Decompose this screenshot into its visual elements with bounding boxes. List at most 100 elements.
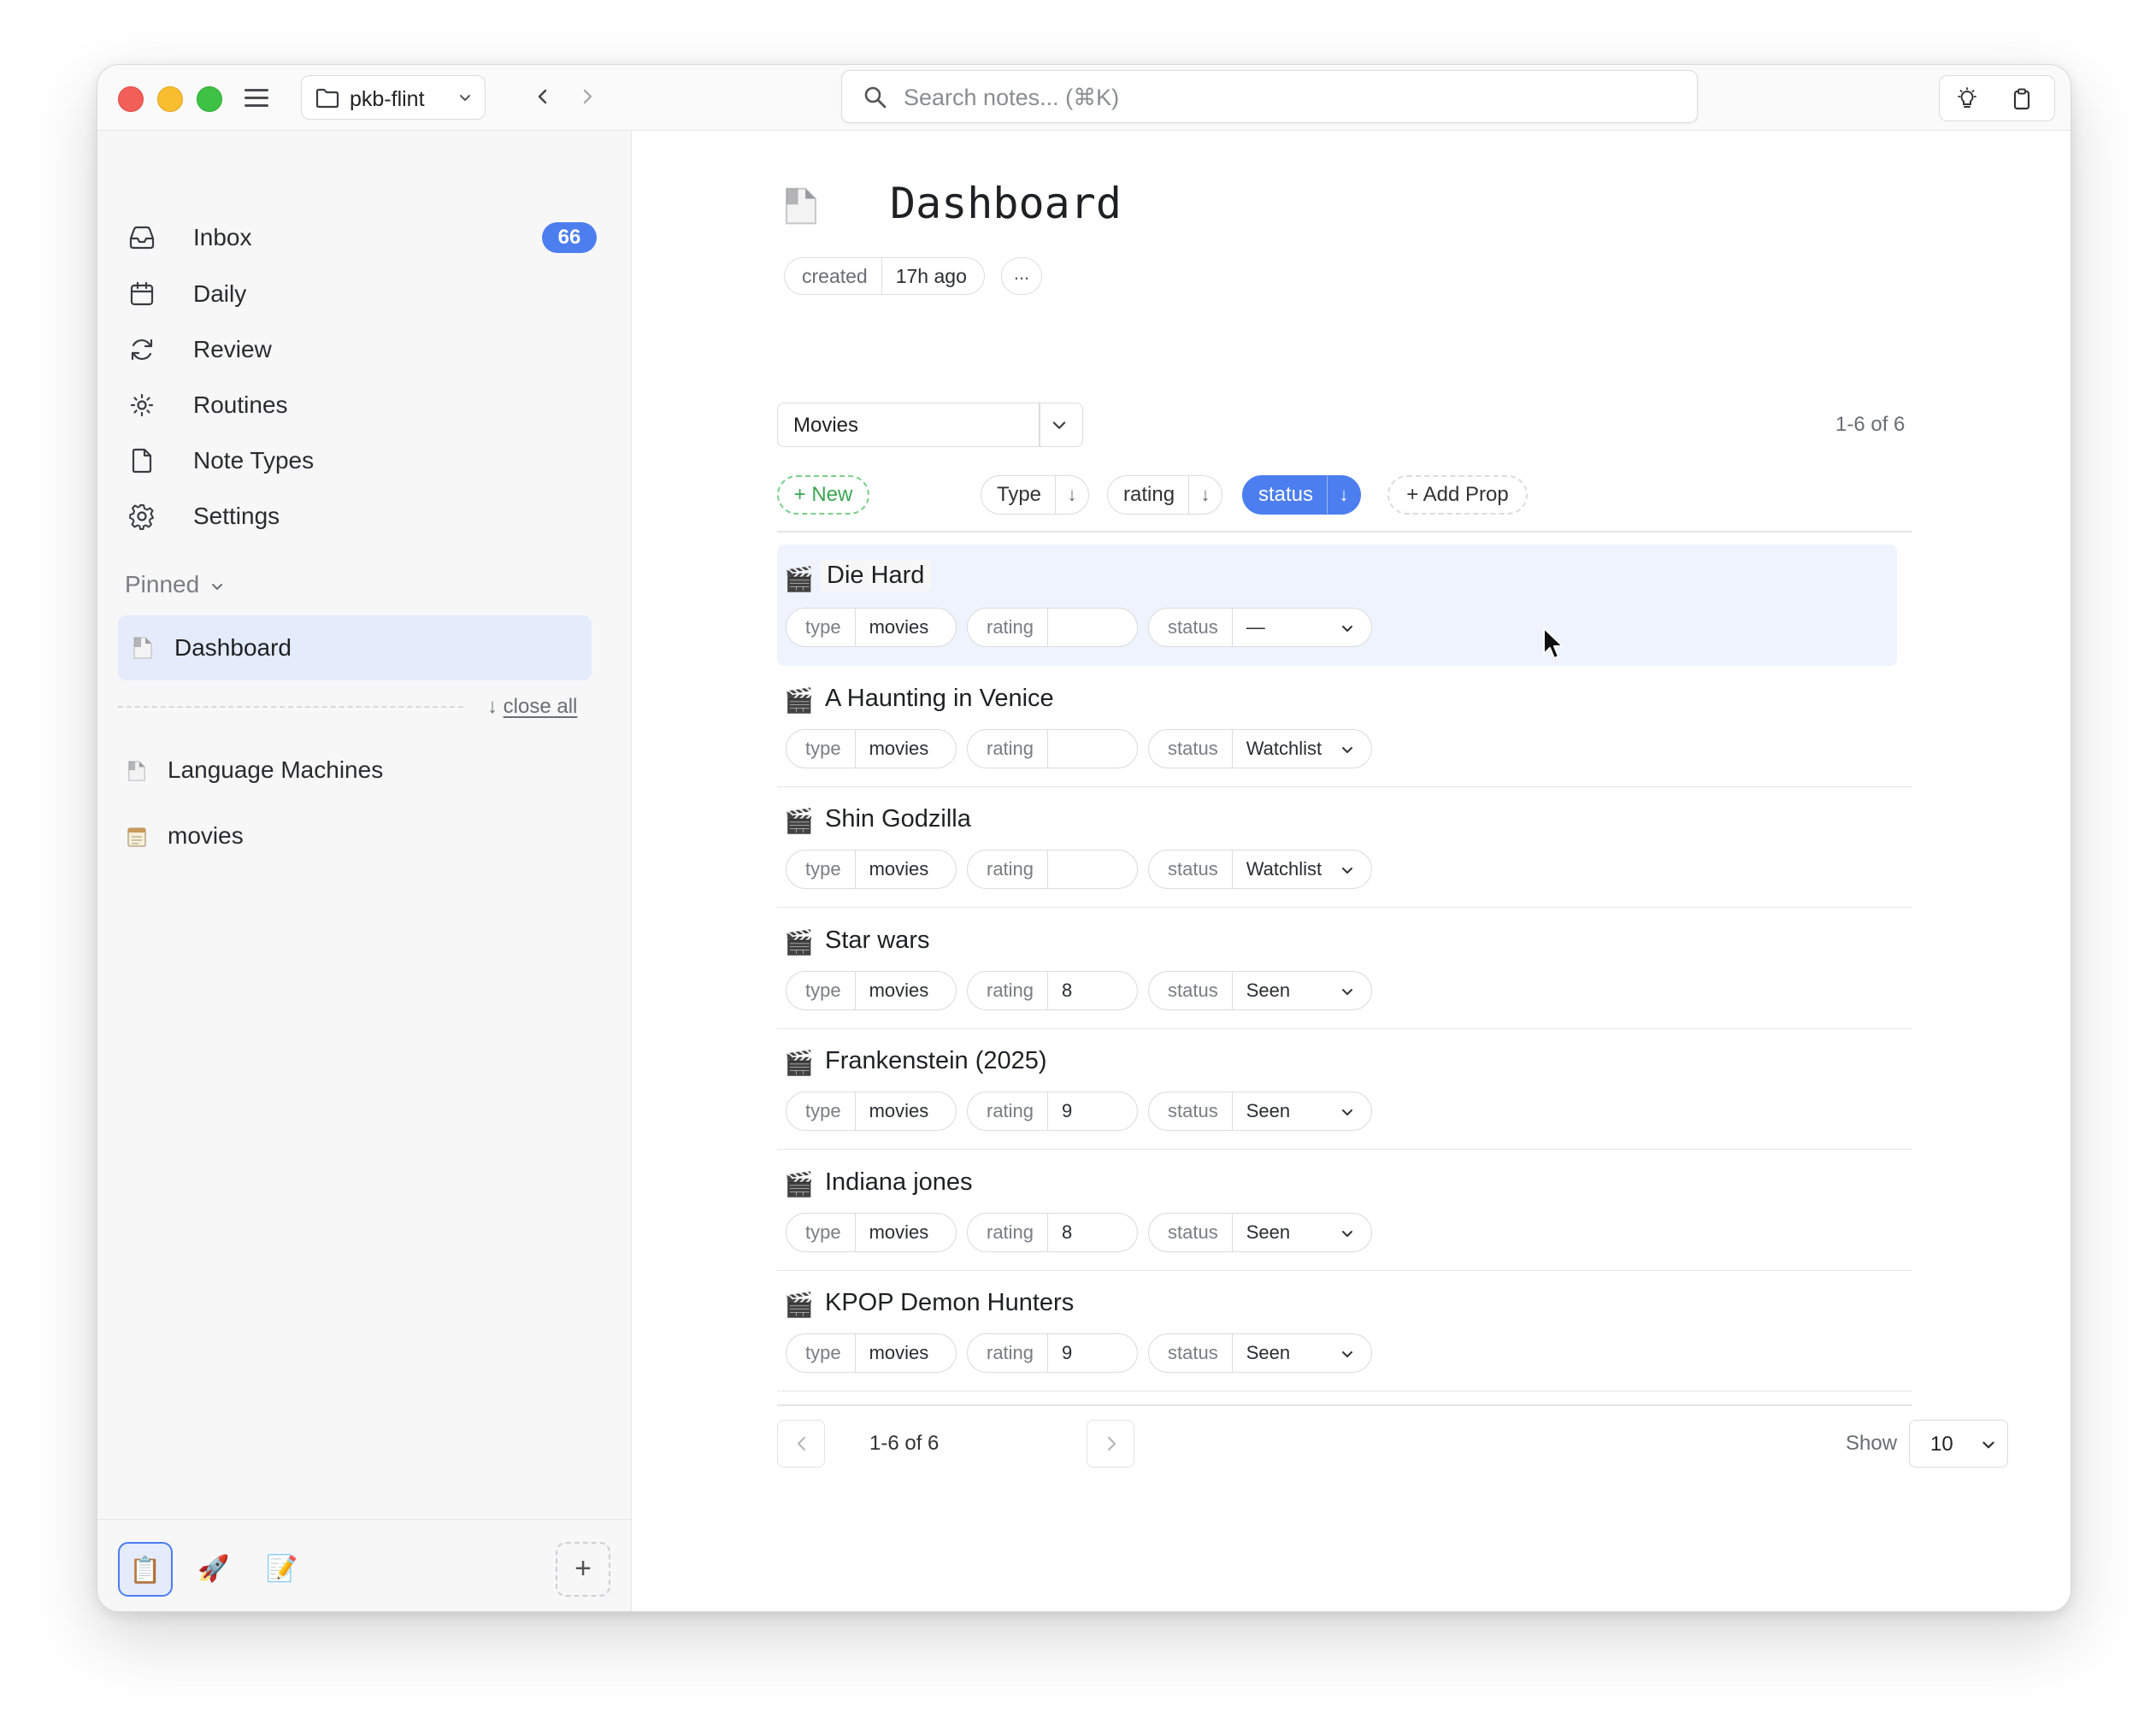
gear-icon	[129, 504, 154, 530]
type-value[interactable]: movies	[854, 971, 943, 1009]
table-row[interactable]: 🎬 Frankenstein (2025) type movies rating 9 sta…	[777, 1028, 1912, 1150]
forward-arrow-icon[interactable]	[574, 82, 600, 111]
table-row[interactable]: 🎬 Star wars type movies rating 8 status Seen	[777, 908, 1912, 1029]
rating-input[interactable]	[1047, 850, 1133, 888]
workspace-button-1[interactable]: 📋	[118, 1542, 173, 1597]
search-bar[interactable]	[841, 70, 1698, 123]
status-value: Seen	[1246, 1100, 1291, 1121]
table-row[interactable]: 🎬 Die Hard type movies rating status —	[777, 544, 1897, 666]
property-key: rating	[987, 737, 1034, 759]
sidebar-item-note-types[interactable]: Note Types	[115, 437, 610, 485]
status-select[interactable]: Seen	[1231, 1334, 1367, 1372]
menu-icon[interactable]	[243, 85, 270, 111]
sidebar-item-review[interactable]: Review	[115, 326, 610, 374]
status-select[interactable]: Watchlist	[1231, 729, 1367, 768]
rating-input[interactable]	[1047, 729, 1133, 768]
table-row[interactable]: 🎬 KPOP Demon Hunters type movies rating 9 stat…	[777, 1270, 1912, 1392]
note-title[interactable]: Frankenstein (2025)	[825, 1047, 1047, 1075]
view-selector[interactable]: Movies	[777, 403, 1083, 447]
property-key: type	[805, 1100, 841, 1121]
close-window-button[interactable]	[118, 86, 144, 112]
zoom-window-button[interactable]	[197, 86, 222, 112]
sort-status-button[interactable]: status ↓	[1242, 475, 1362, 515]
note-title[interactable]: KPOP Demon Hunters	[825, 1289, 1074, 1317]
rating-input[interactable]: 8	[1047, 1213, 1133, 1251]
clipboard-icon[interactable]	[2010, 87, 2034, 111]
previous-page-button[interactable]	[777, 1420, 825, 1468]
vault-selector[interactable]: pkb-flint	[301, 75, 486, 120]
open-note-label: Language Machines	[168, 756, 384, 783]
sort-arrow-icon[interactable]: ↓	[1327, 476, 1360, 514]
note-title[interactable]: Die Hard	[820, 560, 932, 591]
property-key: rating	[987, 1342, 1034, 1363]
sort-arrow-icon[interactable]: ↓	[1055, 476, 1088, 514]
sidebar-item-inbox[interactable]: Inbox 66	[115, 214, 610, 262]
sidebar-item-daily[interactable]: Daily	[115, 270, 610, 318]
table-row[interactable]: 🎬 Shin Godzilla type movies rating status Watc…	[777, 786, 1912, 908]
sidebar-item-settings[interactable]: Settings	[115, 492, 610, 540]
type-value[interactable]: movies	[854, 609, 943, 646]
page-title[interactable]: Dashboard	[890, 179, 1122, 228]
sidebar-item-label: Settings	[193, 503, 280, 529]
status-select[interactable]: Seen	[1231, 1213, 1367, 1251]
table-row[interactable]: 🎬 Indiana jones type movies rating 8 status See…	[777, 1150, 1912, 1271]
minimize-window-button[interactable]	[157, 86, 183, 112]
next-page-button[interactable]	[1087, 1420, 1134, 1468]
type-value[interactable]: movies	[854, 850, 943, 888]
sidebar-item-routines[interactable]: Routines	[115, 381, 610, 429]
page-size-select[interactable]: 10	[1909, 1420, 2008, 1468]
sidebar-item-label: Inbox	[193, 224, 252, 250]
workspace-button-3[interactable]: 📝	[255, 1542, 309, 1597]
new-note-button[interactable]: + New	[777, 475, 869, 515]
note-title[interactable]: A Haunting in Venice	[825, 685, 1054, 713]
sort-arrow-icon[interactable]: ↓	[1188, 476, 1222, 514]
add-prop-button[interactable]: + Add Prop	[1387, 475, 1528, 515]
arrow-down-icon: ↓	[487, 695, 498, 718]
chevron-down-icon	[460, 95, 470, 101]
type-property: type movies	[786, 970, 957, 1010]
sort-rating-button[interactable]: rating ↓	[1107, 475, 1223, 515]
type-value[interactable]: movies	[854, 1092, 943, 1130]
property-key: type	[805, 858, 841, 880]
rating-input[interactable]: 9	[1047, 1334, 1133, 1372]
status-select[interactable]: Watchlist	[1231, 850, 1367, 888]
pinned-item-dashboard[interactable]: Dashboard	[118, 615, 592, 680]
note-title[interactable]: Indiana jones	[825, 1168, 973, 1197]
sort-type-button[interactable]: Type ↓	[981, 475, 1090, 515]
page-size-label: Show	[1846, 1432, 1898, 1455]
rating-property: rating 9	[967, 1333, 1138, 1373]
rating-input[interactable]: 8	[1047, 971, 1133, 1009]
type-property: type movies	[786, 1092, 957, 1131]
chevron-left-icon	[797, 1436, 806, 1451]
status-select[interactable]: Seen	[1231, 971, 1367, 1009]
property-key: rating	[987, 979, 1034, 1001]
type-value[interactable]: movies	[854, 729, 943, 768]
workspace-button-2[interactable]: 🚀	[186, 1542, 241, 1597]
lightbulb-icon[interactable]	[1955, 87, 1979, 111]
status-property: status Seen	[1148, 1092, 1372, 1131]
status-select[interactable]: Seen	[1231, 1092, 1367, 1130]
rating-property: rating	[967, 608, 1138, 647]
add-workspace-button[interactable]: +	[556, 1542, 610, 1597]
more-meta-button[interactable]: ...	[1001, 257, 1042, 295]
type-value[interactable]: movies	[854, 1334, 943, 1372]
property-key: type	[805, 616, 841, 638]
type-value[interactable]: movies	[854, 1213, 943, 1251]
chevron-down-icon	[1341, 868, 1352, 874]
created-meta-chip: created 17h ago	[784, 257, 985, 295]
status-property: status —	[1148, 608, 1372, 647]
table-row[interactable]: 🎬 A Haunting in Venice type movies rating sta…	[777, 666, 1912, 787]
status-select[interactable]: —	[1231, 609, 1367, 646]
property-key: status	[1168, 616, 1218, 638]
pinned-section-toggle[interactable]: Pinned	[125, 571, 225, 598]
search-input[interactable]	[902, 79, 1658, 115]
close-all-link[interactable]: ↓ close all	[487, 695, 577, 719]
note-title[interactable]: Star wars	[825, 927, 929, 955]
chevron-right-icon	[1107, 1436, 1116, 1451]
clapper-board-icon: 🎬	[784, 808, 814, 834]
rating-input[interactable]: 9	[1047, 1092, 1133, 1130]
back-arrow-icon[interactable]	[530, 82, 556, 111]
sort-label: Type	[997, 483, 1042, 506]
note-title[interactable]: Shin Godzilla	[825, 805, 971, 833]
rating-input[interactable]	[1047, 609, 1133, 646]
